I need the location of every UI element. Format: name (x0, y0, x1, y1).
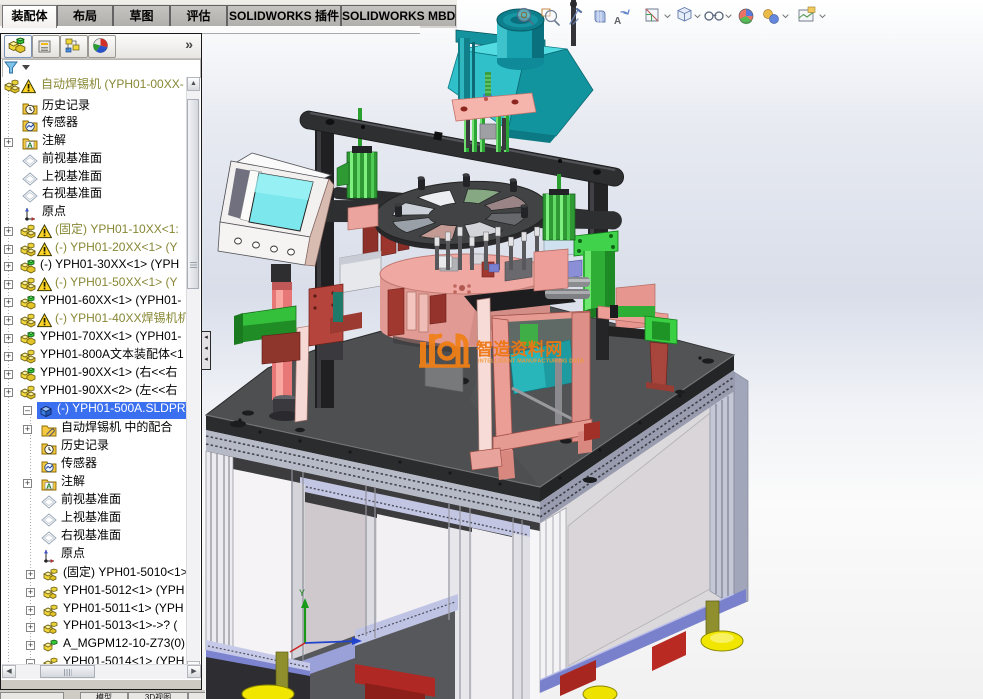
svg-text:INTELLIGENT MANUFACTURING DATA: INTELLIGENT MANUFACTURING DATA (478, 359, 584, 365)
svg-text:Y: Y (299, 588, 305, 598)
svg-text:智造资料网: 智造资料网 (476, 339, 563, 359)
svg-text:A: A (614, 16, 621, 27)
